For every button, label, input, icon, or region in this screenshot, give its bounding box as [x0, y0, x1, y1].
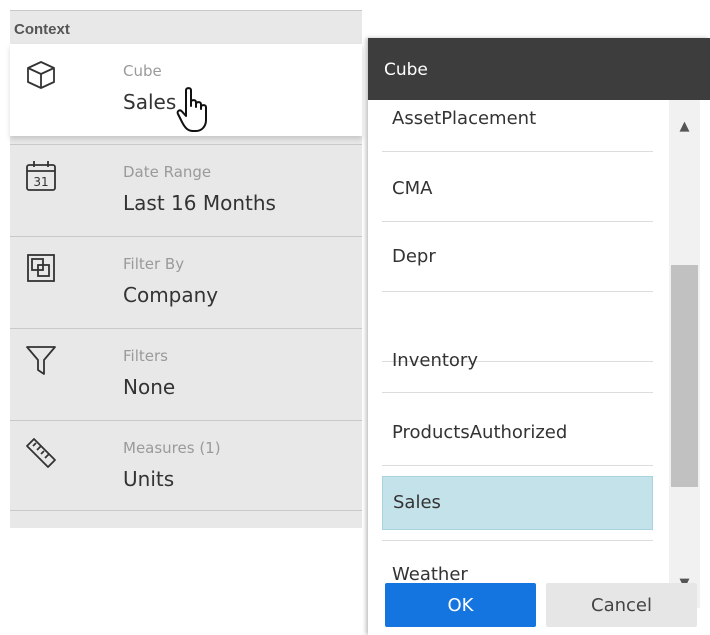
list-item-label: Weather	[392, 564, 468, 585]
context-row-filter-by[interactable]: Filter By Company	[10, 236, 362, 328]
list-item-label: Sales	[393, 492, 441, 513]
list-item-assetplacement[interactable]: AssetPlacement	[382, 100, 653, 152]
context-row-date-range[interactable]: 31 Date Range Last 16 Months	[10, 144, 362, 236]
cube-dialog: Cube AssetPlacement CMA Depr Inventory P…	[368, 38, 710, 635]
context-footer	[10, 510, 362, 528]
scroll-up-arrow-icon[interactable]: ▲	[669, 112, 700, 142]
funnel-icon	[24, 343, 58, 377]
list-item-label: ProductsAuthorized	[392, 422, 568, 443]
context-row-label: Filter By	[123, 255, 185, 273]
context-row-label: Filters	[123, 347, 168, 365]
list-divider	[382, 465, 653, 466]
list-item-cma[interactable]: CMA	[382, 152, 653, 222]
calendar-icon: 31	[24, 159, 58, 193]
list-divider	[382, 392, 653, 393]
context-row-value: Company	[123, 283, 219, 307]
context-row-label: Measures (1)	[123, 439, 221, 457]
list-item-sales[interactable]: Sales	[382, 476, 653, 530]
context-header: Context	[10, 10, 362, 44]
cancel-button[interactable]: Cancel	[546, 583, 697, 627]
context-row-measures[interactable]: Measures (1) Units	[10, 420, 362, 512]
context-row-value: Last 16 Months	[123, 191, 276, 215]
ok-button[interactable]: OK	[385, 583, 536, 627]
list-item-depr[interactable]: Depr	[382, 222, 653, 292]
context-row-value: Units	[123, 467, 175, 491]
context-row-label: Date Range	[123, 163, 212, 181]
list-item-label: Depr	[392, 246, 436, 267]
context-row-value: Sales	[123, 90, 177, 114]
filter-by-icon	[24, 251, 58, 285]
context-row-filters[interactable]: Filters None	[10, 328, 362, 420]
cube-list[interactable]: AssetPlacement CMA Depr Inventory Produc…	[368, 100, 669, 608]
context-row-label: Cube	[123, 62, 162, 80]
calendar-icon-day: 31	[33, 175, 48, 189]
hand-cursor-icon	[176, 86, 216, 134]
list-scrollbar[interactable]: ▲ ▼	[669, 100, 700, 608]
list-item-label: AssetPlacement	[392, 108, 537, 129]
ruler-icon	[24, 435, 58, 469]
dialog-title: Cube	[368, 38, 710, 100]
scroll-thumb[interactable]	[671, 265, 698, 487]
list-item-label: CMA	[392, 178, 433, 199]
cube-icon	[24, 58, 58, 92]
list-item-inventory[interactable]: Inventory	[382, 292, 653, 371]
context-row-value: None	[123, 375, 176, 399]
